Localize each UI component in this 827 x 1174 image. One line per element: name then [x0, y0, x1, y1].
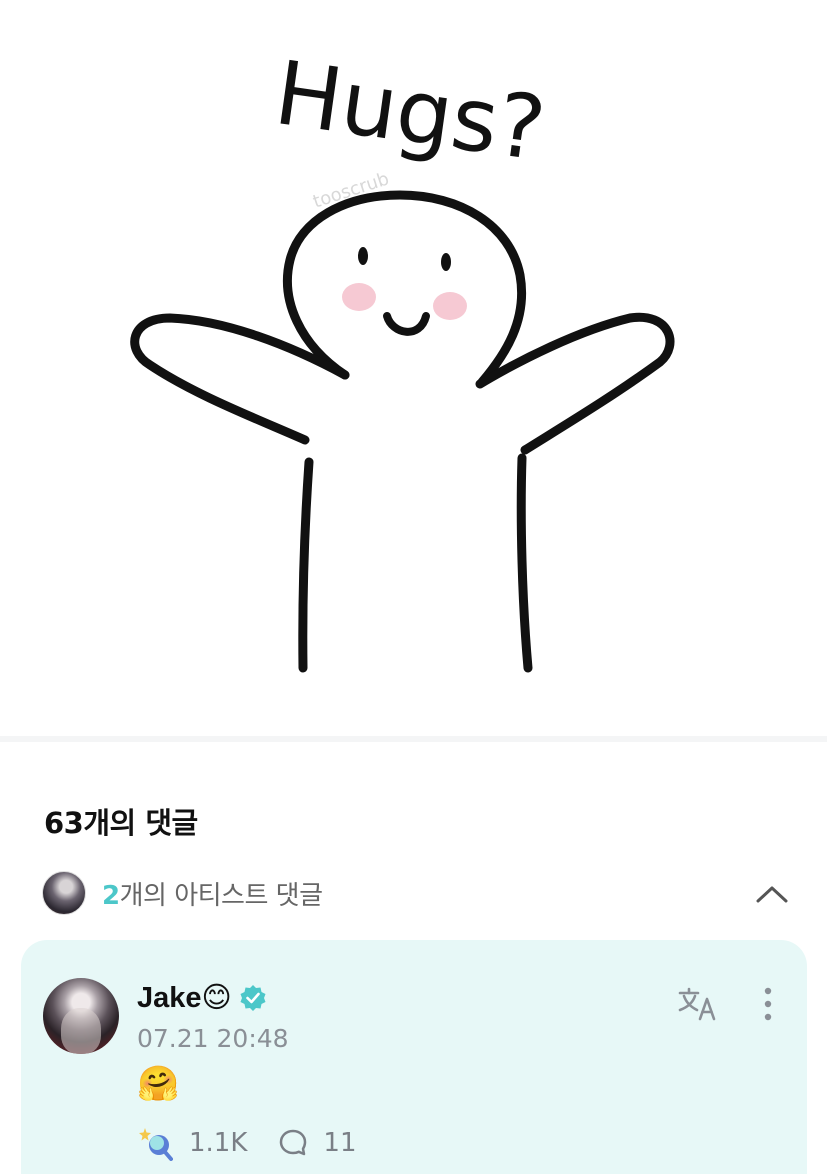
verified-badge-icon — [240, 984, 266, 1011]
reply-count: 11 — [323, 1128, 357, 1158]
reply-bubble-icon[interactable] — [277, 1127, 309, 1159]
author-name: Jake😊 — [137, 982, 232, 1014]
artist-comments-count: 2 — [102, 880, 120, 911]
collapse-button[interactable] — [752, 874, 792, 914]
comments-count-title: 63개의 댓글 — [44, 806, 198, 840]
translate-button[interactable] — [676, 984, 720, 1024]
artist-comments-row[interactable]: 2개의 아티스트 댓글 — [42, 870, 792, 916]
more-vertical-icon — [764, 987, 772, 1021]
like-count: 1.1K — [189, 1128, 248, 1158]
lightstick-like-icon[interactable] — [137, 1125, 173, 1161]
artist-comment-card: Jake😊 07.21 20:48 🤗 1.1K 11 — [21, 940, 807, 1174]
avatar[interactable] — [43, 978, 119, 1054]
section-divider — [0, 736, 827, 742]
comment-body: 🤗 — [137, 1065, 180, 1103]
hugs-text: Hugs? — [269, 41, 551, 181]
comment-author[interactable]: Jake😊 — [137, 980, 268, 1015]
more-options-button[interactable] — [753, 984, 783, 1024]
post-image[interactable]: Hugs? tooscrub — [0, 0, 827, 735]
artist-comments-summary: 2개의 아티스트 댓글 — [102, 875, 323, 912]
translate-icon — [678, 987, 716, 1021]
artist-comments-label: 개의 아티스트 댓글 — [119, 880, 323, 911]
chevron-up-icon — [756, 886, 788, 903]
hugs-drawing: Hugs? tooscrub — [130, 41, 675, 673]
comment-timestamp: 07.21 20:48 — [137, 1024, 289, 1053]
artist-avatar — [42, 871, 86, 915]
comment-stats: 1.1K 11 — [137, 1125, 357, 1161]
